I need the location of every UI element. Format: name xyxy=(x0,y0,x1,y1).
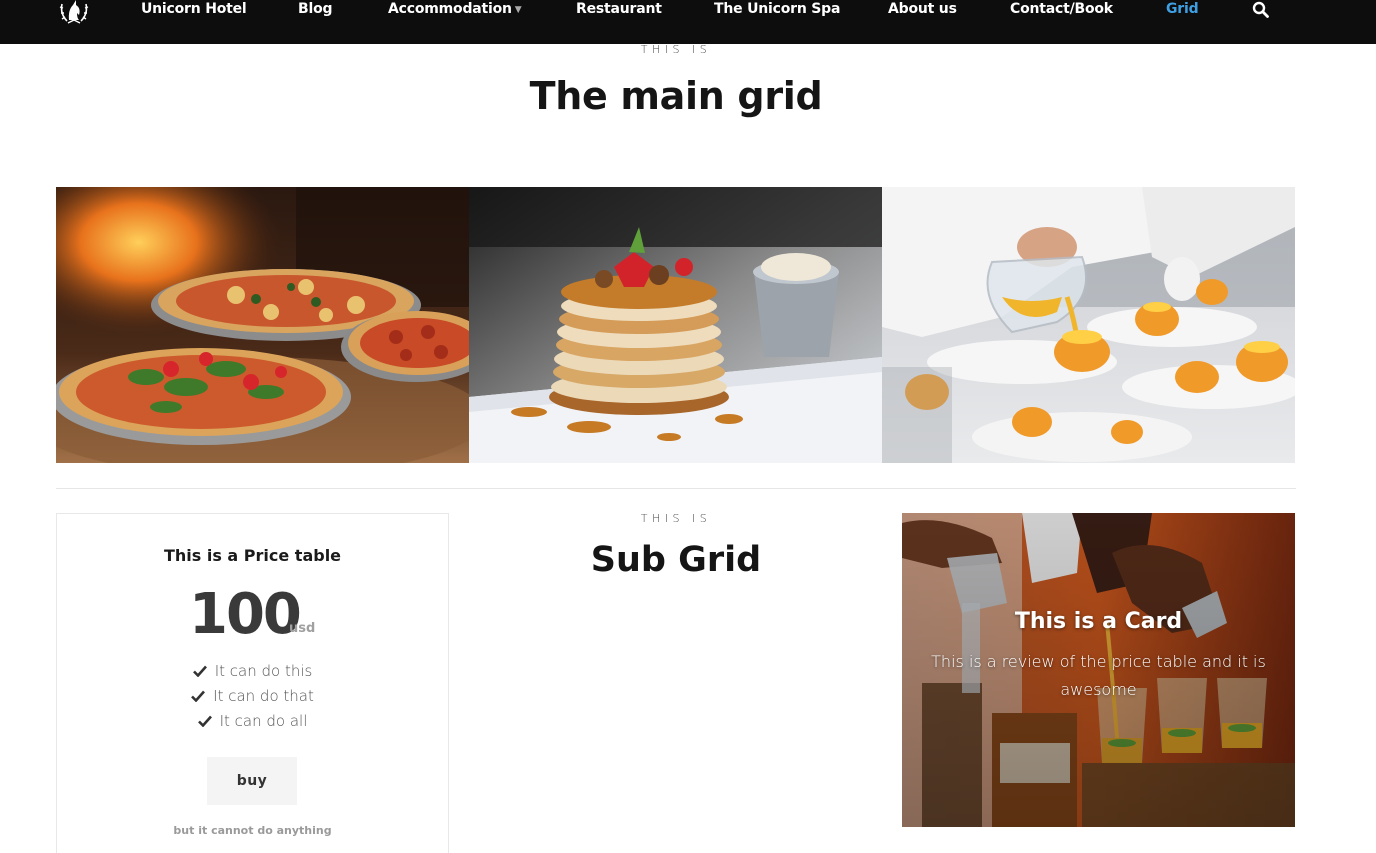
card-title: This is a Card xyxy=(1014,609,1183,634)
check-icon xyxy=(192,665,207,677)
feature-label: It can do this xyxy=(214,661,313,680)
review-card[interactable]: This is a Card This is a review of the p… xyxy=(902,513,1295,827)
nav-label: Restaurant xyxy=(576,1,662,17)
list-item: It can do all xyxy=(57,708,448,733)
nav-item-restaurant[interactable]: Restaurant xyxy=(576,0,662,20)
nav-item-grid[interactable]: Grid xyxy=(1166,0,1199,20)
list-item: It can do that xyxy=(57,683,448,708)
nav-label: About us xyxy=(888,1,957,17)
price-currency: usd xyxy=(289,621,316,636)
page-title: The main grid xyxy=(529,74,823,118)
buy-button[interactable]: buy xyxy=(207,757,297,805)
section-divider xyxy=(56,488,1296,489)
pizza-photo xyxy=(56,187,469,463)
chef-plating-photo xyxy=(882,187,1295,463)
nav-label: Unicorn Hotel xyxy=(141,1,247,17)
pancakes-photo xyxy=(469,187,882,463)
top-navigation: Unicorn Hotel Blog Accommodation ▼ Restau… xyxy=(0,0,1376,44)
unicorn-logo-icon[interactable] xyxy=(57,0,91,26)
image-gallery xyxy=(56,187,1295,463)
nav-label: The Unicorn Spa xyxy=(714,1,841,17)
chevron-down-icon: ▼ xyxy=(514,5,522,15)
nav-label: Accommodation xyxy=(388,1,512,17)
nav-label: Blog xyxy=(298,1,333,17)
check-icon xyxy=(191,690,206,702)
nav-label: Contact/Book xyxy=(1010,1,1113,17)
check-icon xyxy=(197,715,212,727)
feature-label: It can do that xyxy=(213,686,314,705)
price-note: but it cannot do anything xyxy=(173,824,332,837)
nav-item-unicorn-hotel[interactable]: Unicorn Hotel xyxy=(141,0,247,20)
nav-label: Grid xyxy=(1166,1,1199,17)
nav-item-contact-book[interactable]: Contact/Book xyxy=(1010,0,1113,20)
nav-item-about-us[interactable]: About us xyxy=(888,0,957,20)
nav-item-the-unicorn-spa[interactable]: The Unicorn Spa xyxy=(714,0,840,20)
card-text: This is a review of the price table and … xyxy=(931,652,1266,699)
main-eyebrow: THIS IS xyxy=(640,43,712,56)
list-item: It can do this xyxy=(57,658,448,683)
price-amount: 100 xyxy=(189,582,302,647)
feature-label: It can do all xyxy=(219,711,308,730)
nav-item-blog[interactable]: Blog xyxy=(298,0,333,20)
search-icon[interactable] xyxy=(1252,1,1269,18)
nav-item-accommodation[interactable]: Accommodation ▼ xyxy=(388,0,522,20)
feature-list: It can do this It can do that It can do … xyxy=(57,658,448,733)
